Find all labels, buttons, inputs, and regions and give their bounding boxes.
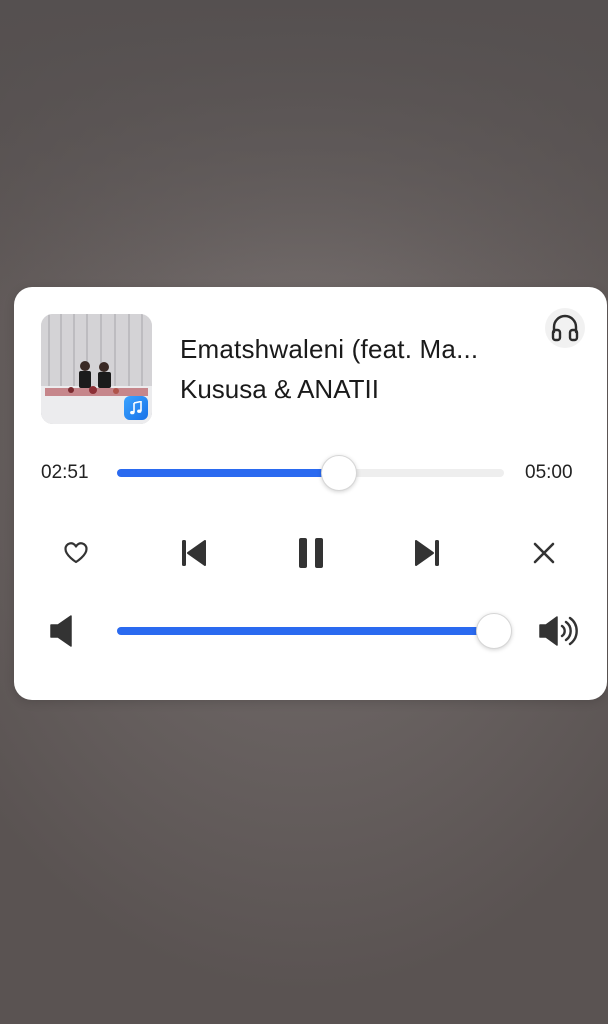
close-icon <box>533 542 555 564</box>
volume-low-icon <box>50 615 72 647</box>
progress-thumb[interactable] <box>320 455 357 491</box>
next-button[interactable] <box>407 532 449 574</box>
volume-low-button[interactable] <box>44 613 80 649</box>
volume-slider[interactable] <box>117 613 512 649</box>
volume-high-icon <box>539 616 578 646</box>
total-duration: 05:00 <box>525 462 573 483</box>
skip-next-icon <box>415 540 439 566</box>
volume-thumb[interactable] <box>476 613 512 649</box>
heart-icon <box>64 542 88 564</box>
skip-previous-icon <box>182 540 206 566</box>
background-shade <box>0 0 608 300</box>
headphones-icon <box>551 314 579 342</box>
headphones-button[interactable] <box>545 308 585 348</box>
artist-name: Kususa & ANATII <box>180 374 379 404</box>
pause-button[interactable] <box>289 531 333 575</box>
progress-fill <box>117 469 338 477</box>
volume-high-button[interactable] <box>536 613 582 649</box>
elapsed-time: 02:51 <box>41 462 89 483</box>
previous-button[interactable] <box>172 532 214 574</box>
volume-fill <box>117 627 493 635</box>
close-button[interactable] <box>526 535 562 571</box>
favorite-button[interactable] <box>58 535 94 571</box>
music-app-icon <box>124 396 148 420</box>
song-title: Ematshwaleni (feat. Ma... <box>180 334 479 364</box>
media-player-card: Ematshwaleni (feat. Ma... Kususa & ANATI… <box>14 287 607 700</box>
album-cover[interactable] <box>41 314 152 424</box>
pause-icon <box>299 538 323 568</box>
progress-slider[interactable] <box>117 455 504 491</box>
